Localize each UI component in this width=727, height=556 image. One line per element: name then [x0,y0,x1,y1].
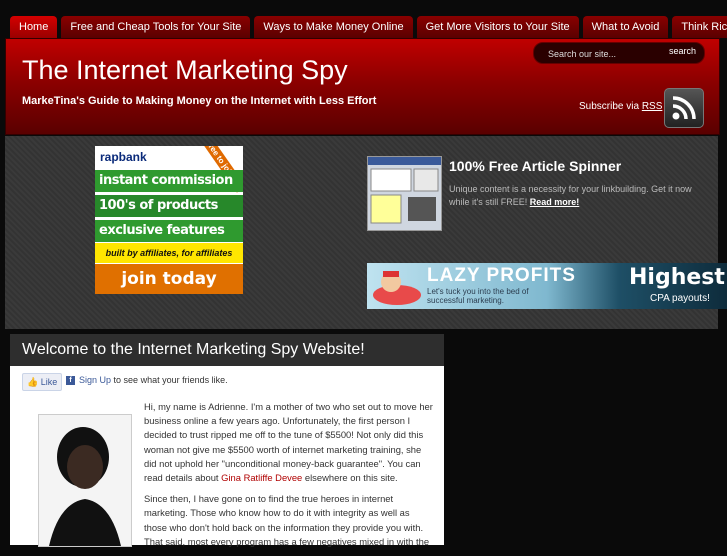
read-more-link[interactable]: Read more! [530,197,580,207]
rapbank-logo: rapbank [100,150,147,164]
gina-link[interactable]: Gina Ratliffe Devee [221,472,302,483]
site-title[interactable]: The Internet Marketing Spy [22,55,348,86]
join-today-button[interactable]: join today [95,264,243,294]
site-header: The Internet Marketing Spy MarkeTina's G… [5,38,720,135]
rss-link[interactable]: RSS [642,101,663,112]
search-input[interactable] [546,46,660,62]
spinner-desc: Unique content is a necessity for your l… [449,183,699,209]
spinner-title[interactable]: 100% Free Article Spinner [449,158,621,174]
search-box: search [533,42,705,64]
rapbank-ad[interactable]: rapbank free to join instant commission … [95,146,243,294]
rapbank-line: instant commission [95,170,243,192]
rapbank-line: 100's of products [95,195,243,217]
lazy-highest: Highest [629,265,725,290]
site-tagline: MarkeTina's Guide to Making Money on the… [22,95,377,107]
lazy-cpa: CPA payouts! [650,293,710,304]
lazy-profits-ad[interactable]: LAZY PROFITS Let's tuck you into the bed… [367,263,727,309]
signup-text: to see what your friends like. [113,375,228,385]
intro-text: Hi, my name is Adrienne. I'm a mother of… [144,400,434,556]
subscribe: Subscribe via RSS [579,101,662,112]
author-photo [38,414,132,547]
search-button[interactable]: search [669,46,696,56]
intro-paragraph-1: Hi, my name is Adrienne. I'm a mother of… [144,400,434,485]
nav-make-money[interactable]: Ways to Make Money Online [254,16,413,38]
intro-paragraph-2: Since then, I have gone on to find the t… [144,493,430,547]
rapbank-line: exclusive features [95,220,243,242]
page-title: Welcome to the Internet Marketing Spy We… [10,334,444,366]
ad-band: rapbank free to join instant commission … [5,136,727,329]
nav-more-visitors[interactable]: Get More Visitors to Your Site [416,16,579,38]
like-label: Like [40,377,58,387]
main-nav: Home Free and Cheap Tools for Your Site … [10,16,727,38]
facebook-like-button[interactable]: 👍 Like [22,373,63,391]
rapbank-built: built by affiliates, for affiliates [95,243,243,263]
lazy-profits-title: LAZY PROFITS [427,265,576,286]
thumbs-up-icon: 👍 [27,377,39,387]
facebook-icon: f [66,376,75,385]
subscribe-label: Subscribe via [579,101,640,112]
p1-text-b: elsewhere on this site. [304,472,398,484]
signup-link[interactable]: Sign Up [79,375,111,385]
nav-what-to-avoid[interactable]: What to Avoid [582,16,669,38]
nav-free-tools[interactable]: Free and Cheap Tools for Your Site [61,16,251,38]
p1-text-a: Hi, my name is Adrienne. I'm a mother of… [144,401,433,484]
main-content: Welcome to the Internet Marketing Spy We… [10,334,444,547]
facebook-signup: Sign Up to see what your friends like. [79,375,228,385]
nav-home[interactable]: Home [10,16,58,38]
lazy-profits-sub: Let's tuck you into the bed of successfu… [427,287,529,305]
nav-think-rich[interactable]: Think Rich [672,16,727,38]
rss-icon[interactable] [664,88,704,128]
article-spinner-thumbnail[interactable] [367,156,442,231]
